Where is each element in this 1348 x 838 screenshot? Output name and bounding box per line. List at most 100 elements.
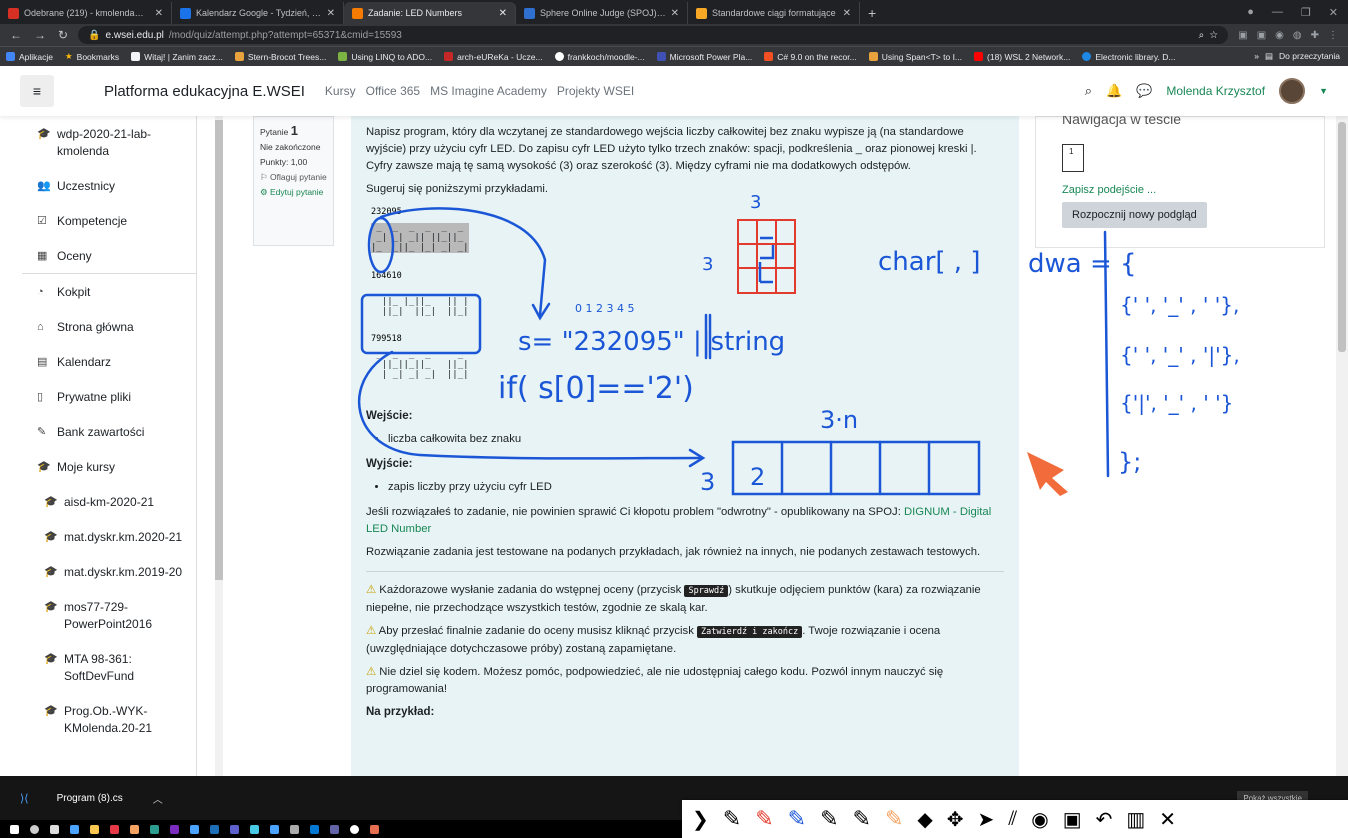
search-icon[interactable]: [30, 824, 39, 834]
drawer-course-matdyskr-1920[interactable]: 🎓 mat.dyskr.km.2019-20: [22, 546, 196, 581]
app-icon[interactable]: [250, 824, 259, 834]
drawer-item-calendar[interactable]: ▤ Kalendarz: [22, 336, 196, 371]
drawer-course-mta[interactable]: 🎓 MTA 98-361: SoftDevFund: [22, 633, 196, 685]
close-icon[interactable]: ✕: [843, 8, 851, 19]
pointer-icon[interactable]: ➤: [978, 807, 995, 832]
bookmark-item[interactable]: (18) WSL 2 Network...: [974, 52, 1070, 62]
flag-question-link[interactable]: ⚐ Oflaguj pytanie: [260, 170, 327, 185]
pen-icon[interactable]: ✎: [853, 806, 871, 832]
close-icon[interactable]: ✕: [499, 8, 507, 19]
back-icon[interactable]: ←: [10, 28, 22, 42]
forward-icon[interactable]: →: [34, 28, 46, 42]
save-attempt-link[interactable]: Zapisz podejście ...: [1062, 184, 1298, 196]
windows-start-icon[interactable]: [10, 824, 19, 834]
outlook-icon[interactable]: [310, 824, 319, 834]
extension-icon[interactable]: ▣: [1257, 30, 1266, 41]
trash-icon[interactable]: ▥: [1126, 807, 1145, 832]
undo-icon[interactable]: ↶: [1096, 807, 1113, 832]
app-icon[interactable]: [290, 824, 299, 834]
more-bookmarks-icon[interactable]: »: [1254, 51, 1259, 62]
bookmark-item[interactable]: frankkoch/moodle-...: [554, 52, 645, 62]
avatar[interactable]: [1279, 78, 1306, 104]
chrome-icon[interactable]: [150, 824, 159, 834]
bookmark-item[interactable]: Using LINQ to ADO...: [338, 52, 432, 62]
drawer-scrollbar[interactable]: [215, 116, 223, 776]
bookmark-item[interactable]: Using Span<T> to I...: [868, 52, 962, 62]
zoom-icon[interactable]: ⌕: [1199, 30, 1205, 41]
page-scrollbar[interactable]: [1336, 116, 1348, 776]
drawer-item-grades[interactable]: ▦ Oceny: [22, 230, 196, 265]
puzzle-icon[interactable]: ✚: [1311, 30, 1319, 41]
close-window-icon[interactable]: ✕: [1329, 6, 1338, 19]
drawer-toggle-button[interactable]: ≡: [20, 75, 54, 107]
camera-icon[interactable]: ▣: [1063, 807, 1082, 832]
tab-gmail[interactable]: Odebrane (219) - kmolenda@gm ✕: [0, 2, 172, 24]
lines-icon[interactable]: ⫽: [1008, 808, 1017, 831]
app-icon[interactable]: [130, 824, 139, 834]
bookmark-item[interactable]: Stern-Brocot Trees...: [234, 52, 326, 62]
app-icon[interactable]: [270, 824, 279, 834]
drawer-course-mos77[interactable]: 🎓 mos77-729-PowerPoint2016: [22, 581, 196, 633]
bookmark-item[interactable]: ★ Bookmarks: [65, 51, 119, 62]
profile-icon[interactable]: ●: [1247, 6, 1254, 19]
chat-icon[interactable]: 💬: [1136, 83, 1152, 99]
drawer-item-home[interactable]: ⌂ Strona główna: [22, 301, 196, 336]
bookmark-item[interactable]: Microsoft Power Pla...: [656, 52, 752, 62]
new-preview-button[interactable]: Rozpocznij nowy podgląd: [1062, 202, 1207, 228]
drawer-item-private-files[interactable]: ▯ Prywatne pliki: [22, 371, 196, 406]
caret-down-icon[interactable]: ▼: [1319, 86, 1328, 96]
app-icon[interactable]: [210, 824, 219, 834]
drawer-item-my-courses[interactable]: 🎓 Moje kursy: [22, 441, 196, 476]
close-icon[interactable]: ✕: [671, 8, 679, 19]
reading-list-link[interactable]: Do przeczytania: [1279, 51, 1340, 62]
drawer-item-dashboard[interactable]: ◔ Kokpit: [22, 274, 196, 301]
extension-icon[interactable]: ◍: [1293, 30, 1302, 41]
chevron-up-icon[interactable]: ︿: [153, 791, 163, 806]
question-nav-button[interactable]: 1: [1062, 144, 1084, 172]
bookmark-item[interactable]: C# 9.0 on the recor...: [764, 52, 857, 62]
app-icon[interactable]: [350, 824, 359, 834]
bell-icon[interactable]: 🔔: [1106, 83, 1122, 99]
tab-led-numbers[interactable]: Zadanie: LED Numbers ✕: [344, 2, 516, 24]
drawer-item-content-bank[interactable]: ✎ Bank zawartości: [22, 406, 196, 441]
app-icon[interactable]: [110, 824, 119, 834]
bookmark-item[interactable]: arch-eUReKa - Ucze...: [444, 52, 543, 62]
move-icon[interactable]: ✥: [947, 807, 964, 832]
close-icon[interactable]: ✕: [327, 8, 335, 19]
url-bar[interactable]: 🔒 e.wsei.edu.pl/mod/quiz/attempt.php?att…: [78, 26, 1229, 44]
pen-blue-icon[interactable]: ✎: [788, 806, 806, 832]
reload-icon[interactable]: ↻: [58, 28, 68, 42]
taskbar-app-title[interactable]: Program (8).cs: [57, 793, 123, 804]
new-tab-button[interactable]: +: [860, 5, 884, 24]
teams-icon[interactable]: [330, 824, 339, 834]
folder-icon[interactable]: [90, 824, 99, 834]
drawer-scroll-thumb[interactable]: [215, 120, 223, 580]
eraser-icon[interactable]: ◆: [917, 807, 932, 832]
restore-icon[interactable]: ❐: [1301, 6, 1311, 19]
extension-icon[interactable]: ◉: [1275, 30, 1284, 41]
visualstudio-icon[interactable]: [170, 824, 179, 834]
collapse-icon[interactable]: ❯: [692, 807, 709, 832]
edit-question-link[interactable]: ⚙ Edytuj pytanie: [260, 185, 327, 200]
bookmark-item[interactable]: Witaj! | Zanim zacz...: [131, 52, 223, 62]
app-icon[interactable]: [230, 824, 239, 834]
highlighter-icon[interactable]: ✎: [885, 806, 903, 832]
search-icon[interactable]: ⌕: [1085, 83, 1092, 99]
app-icon[interactable]: [370, 824, 379, 834]
eye-icon[interactable]: ◉: [1031, 807, 1048, 832]
drawer-course-progob[interactable]: 🎓 Prog.Ob.-WYK-KMolenda.20-21: [22, 685, 196, 737]
nav-projekty[interactable]: Projekty WSEI: [557, 84, 634, 98]
drawer-item-participants[interactable]: 👥 Uczestnicy: [22, 160, 196, 195]
taskview-icon[interactable]: [50, 824, 59, 834]
site-brand[interactable]: Platforma edukacyjna E.WSEI: [104, 83, 305, 100]
pen-black-icon[interactable]: ✎: [723, 806, 741, 832]
page-scroll-thumb[interactable]: [1338, 122, 1346, 352]
drawer-item-competencies[interactable]: ☑ Kompetencje: [22, 195, 196, 230]
user-name[interactable]: Molenda Krzysztof: [1166, 84, 1265, 98]
drawer-course-matdyskr-2021[interactable]: 🎓 mat.dyskr.km.2020-21: [22, 511, 196, 546]
nav-imagine[interactable]: MS Imagine Academy: [430, 84, 547, 98]
tab-calendar[interactable]: Kalendarz Google - Tydzień, w kt ✕: [172, 2, 344, 24]
close-icon[interactable]: ✕: [155, 8, 163, 19]
drawer-course-current[interactable]: 🎓 wdp-2020-21-lab-kmolenda: [22, 116, 196, 160]
nav-office365[interactable]: Office 365: [366, 84, 420, 98]
